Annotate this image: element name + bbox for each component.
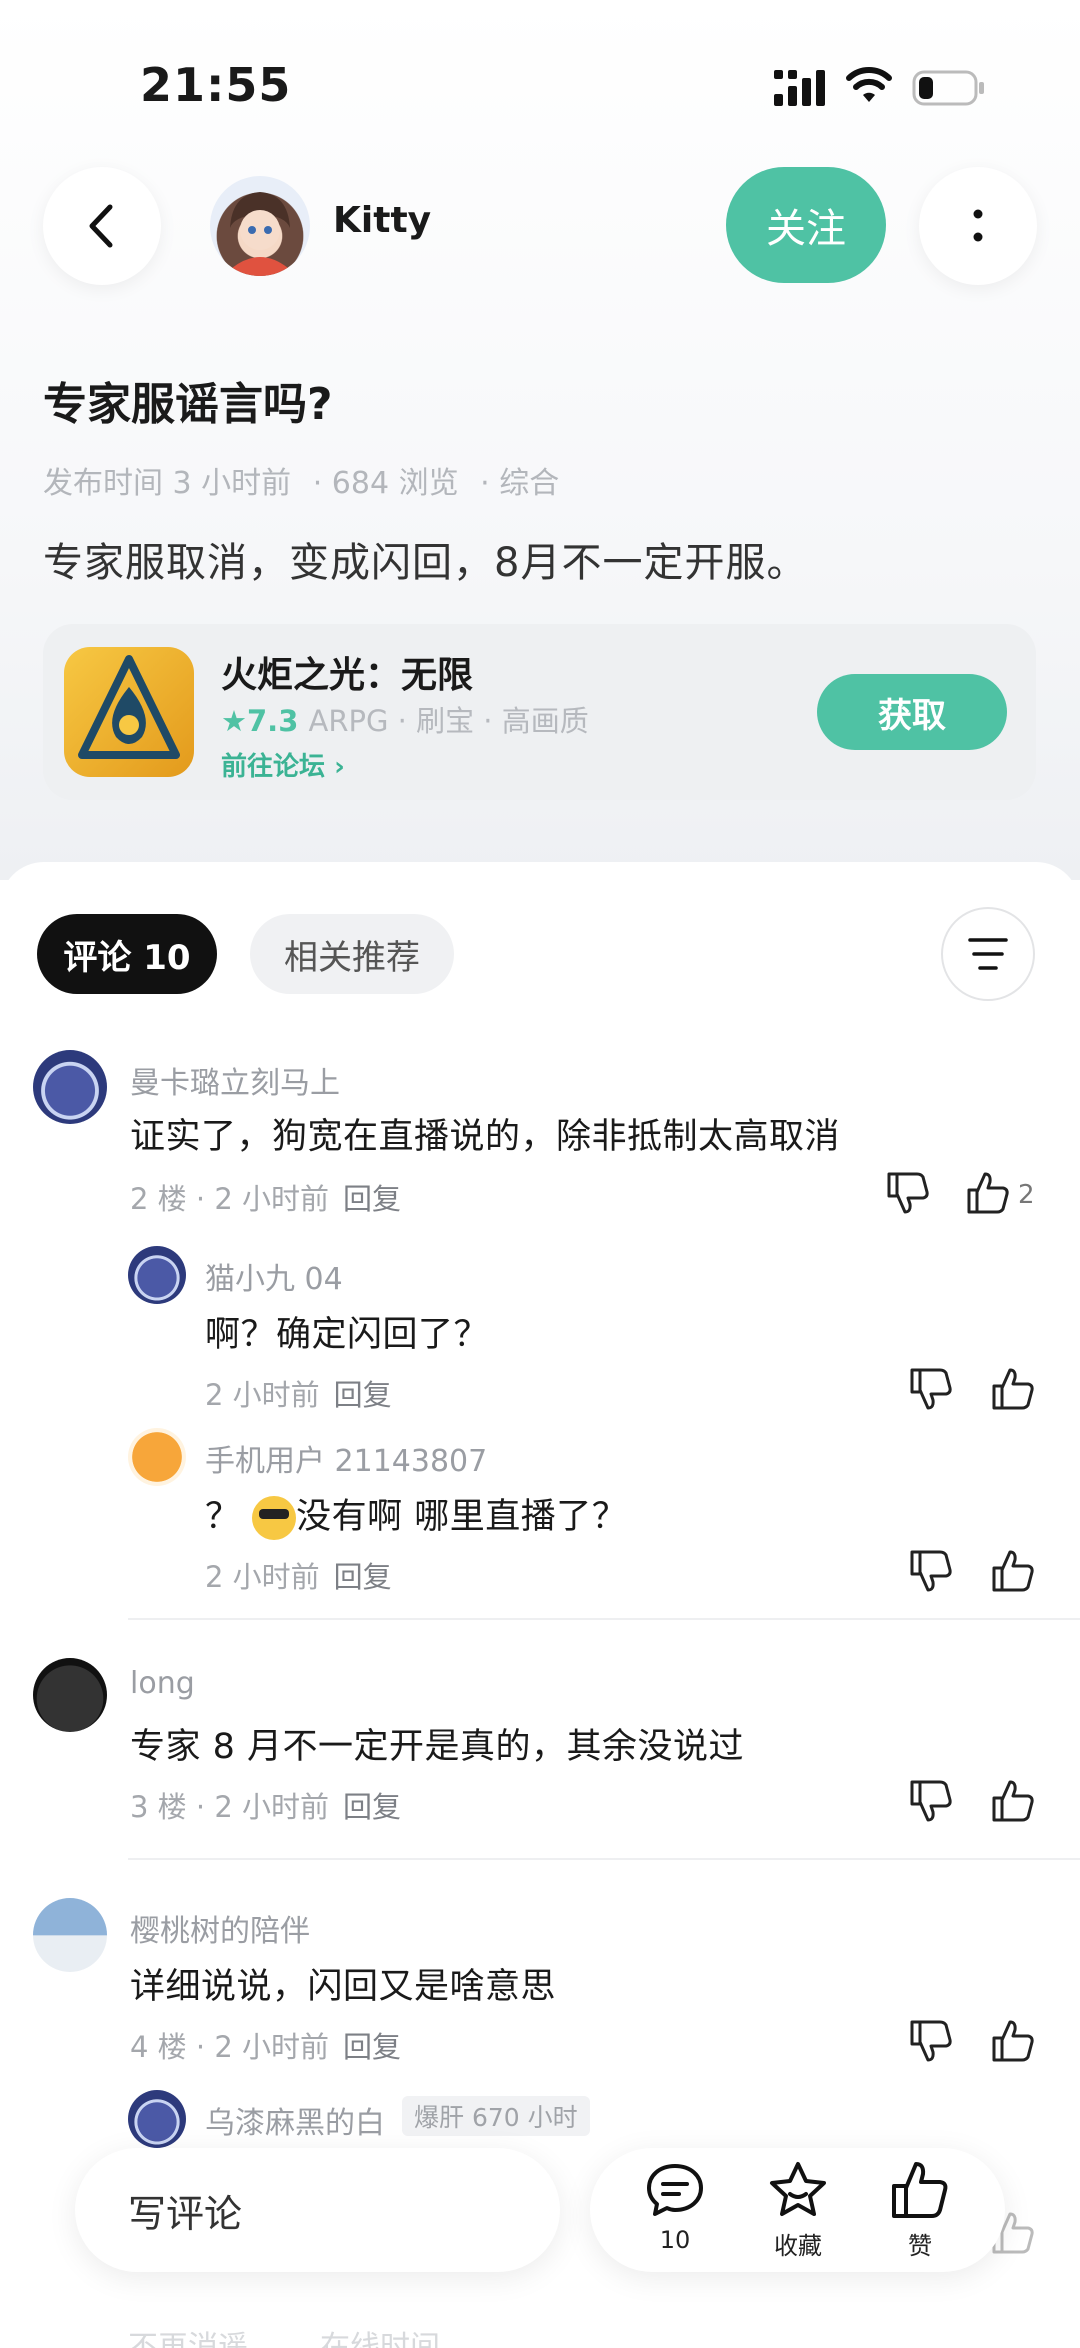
dislike-icon[interactable] — [906, 2016, 956, 2066]
favorite-label: 收藏 — [774, 2232, 822, 2260]
comment-author[interactable]: long — [130, 1666, 195, 1701]
avatar[interactable] — [128, 1246, 186, 1304]
more-vertical-icon — [973, 209, 983, 242]
favorite-button[interactable]: 收藏 — [748, 2158, 848, 2268]
dislike-icon[interactable] — [906, 1546, 956, 1596]
playtime-badge: 爆肝 670 小时 — [402, 2096, 590, 2136]
forum-link[interactable]: 前往论坛 › — [221, 746, 345, 783]
reply-button[interactable]: 回复 — [343, 2030, 401, 2064]
comment-text: ？ 没有啊 哪里直播了？ — [205, 1488, 627, 1540]
dislike-icon[interactable] — [906, 1776, 956, 1826]
sunglasses-emoji-icon — [252, 1496, 297, 1540]
reply-button[interactable]: 回复 — [334, 1560, 392, 1594]
dislike-icon[interactable] — [883, 1168, 933, 1218]
comment-author[interactable]: 樱桃树的陪伴 — [130, 1906, 310, 1950]
post-view-count: · 684 浏览 — [312, 466, 459, 501]
action-bar: 10 收藏 赞 — [590, 2148, 1005, 2272]
divider — [128, 1618, 1080, 1620]
post-category: · 综合 — [480, 466, 560, 501]
like-icon[interactable] — [963, 1168, 1013, 1218]
comment-meta: 4 楼 · 2 小时前 回复 — [130, 2030, 402, 2064]
like-post-button[interactable]: 赞 — [870, 2158, 970, 2268]
author-name[interactable]: Kitty — [333, 200, 431, 241]
comment-author[interactable]: 乌漆麻黑的白 — [205, 2098, 385, 2142]
avatar[interactable] — [128, 1428, 186, 1486]
follow-button[interactable]: 关注 — [726, 167, 886, 283]
post-body: 专家服取消，变成闪回，8月不一定开服。 — [43, 540, 808, 586]
comment-author[interactable]: 曼卡璐立刻马上 — [130, 1058, 340, 1102]
comments-button[interactable]: 10 — [625, 2158, 725, 2268]
wifi-icon — [846, 67, 892, 102]
avatar[interactable] — [33, 1050, 107, 1124]
comment-meta: 3 楼 · 2 小时前 回复 — [130, 1790, 402, 1824]
comment-author: 不再消遥 — [128, 2330, 248, 2348]
comment-text: 详细说说，闪回又是啥意思 — [130, 1967, 557, 2007]
comment-meta: 2 小时前 回复 — [205, 1560, 392, 1594]
author-avatar[interactable] — [210, 176, 310, 276]
game-tag-list: ARPG · 刷宝 · 高画质 — [308, 704, 589, 738]
comment-text: 啊？确定闪回了？ — [205, 1315, 490, 1355]
reply-button[interactable]: 回复 — [343, 1182, 401, 1216]
comment-bubble-icon — [647, 2164, 703, 2216]
comment-author[interactable]: 手机用户 21143807 — [205, 1436, 487, 1480]
like-icon[interactable] — [988, 2016, 1038, 2066]
comment-author[interactable]: 猫小九 04 — [205, 1254, 343, 1298]
post-title: 专家服谣言吗? — [43, 379, 333, 430]
tab-related[interactable]: 相关推荐 — [250, 914, 454, 994]
like-count: 2 — [1018, 1180, 1035, 1210]
star-icon — [770, 2162, 826, 2216]
like-label: 赞 — [908, 2232, 932, 2260]
sort-lines-icon — [968, 938, 1008, 970]
reply-button[interactable]: 回复 — [343, 1790, 401, 1824]
status-time: 21:55 — [140, 58, 292, 112]
star-icon: ★ — [221, 704, 247, 738]
divider — [128, 1858, 1080, 1860]
comment-count: 10 — [659, 2226, 691, 2254]
write-comment-input[interactable]: 写评论 — [75, 2148, 560, 2272]
comment-meta: 2 楼 · 2 小时前 回复 — [130, 1182, 402, 1216]
status-bar: 21:55 — [0, 0, 1080, 170]
comment-text: 专家 8 月不一定开是真的，其余没说过 — [130, 1727, 745, 1767]
post-meta: 发布时间 3 小时前 · 684 浏览 · 综合 — [43, 458, 571, 502]
comment-text: 证实了，狗宽在直播说的，除非抵制太高取消 — [130, 1117, 841, 1157]
more-options-button[interactable] — [919, 167, 1037, 285]
reply-button[interactable]: 回复 — [334, 1378, 392, 1412]
back-button[interactable] — [43, 167, 161, 285]
get-game-button[interactable]: 获取 — [817, 674, 1007, 750]
like-icon[interactable] — [988, 1364, 1038, 1414]
comment-meta: 2 小时前 回复 — [205, 1378, 392, 1412]
post-publish-time: 发布时间 3 小时前 — [43, 466, 292, 501]
battery-icon — [912, 70, 984, 106]
tab-comments[interactable]: 评论 10 — [37, 914, 217, 994]
game-card[interactable]: 火炬之光：无限 ★7.3 ARPG · 刷宝 · 高画质 前往论坛 › 获取 — [43, 624, 1036, 800]
thumbs-up-icon — [892, 2162, 948, 2218]
chevron-left-icon — [89, 204, 113, 248]
avatar[interactable] — [33, 1898, 107, 1972]
dislike-icon[interactable] — [906, 1364, 956, 1414]
cellular-signal-icon — [774, 70, 825, 106]
game-icon — [64, 647, 194, 777]
online-time: 在线时间 — [320, 2330, 440, 2348]
game-tags: ★7.3 ARPG · 刷宝 · 高画质 — [221, 698, 589, 740]
avatar[interactable] — [128, 2090, 186, 2148]
like-icon[interactable] — [988, 1776, 1038, 1826]
like-icon[interactable] — [988, 1546, 1038, 1596]
chevron-right-icon: › — [334, 752, 345, 782]
game-name: 火炬之光：无限 — [221, 655, 474, 696]
sort-button[interactable] — [941, 907, 1035, 1001]
avatar[interactable] — [33, 1658, 107, 1732]
game-rating: ★7.3 — [221, 704, 299, 738]
